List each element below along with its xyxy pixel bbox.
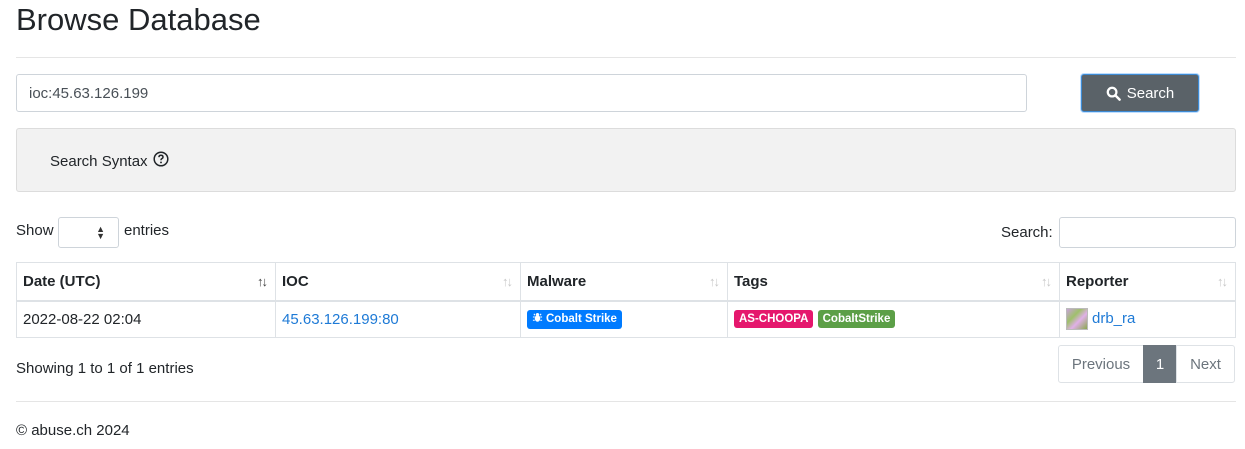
reporter-link[interactable]: drb_ra (1092, 310, 1135, 327)
sort-icon: ↑↓ (1217, 274, 1228, 289)
table-info-text: Showing 1 to 1 of 1 entries (16, 360, 194, 377)
results-table: Date (UTC) ↑↓ IOC ↑↓ Malware ↑↓ Tags ↑↓ … (16, 262, 1236, 338)
entries-per-page-select[interactable]: ▲ ▼ (58, 217, 119, 248)
page-1-button[interactable]: 1 (1143, 345, 1177, 383)
reporter-avatar (1066, 308, 1088, 331)
cell-tags: AS-CHOOPA CobaltStrike (727, 300, 1060, 338)
search-button-label: Search (1126, 84, 1175, 102)
previous-page-button[interactable]: Previous (1058, 345, 1144, 383)
bug-icon (532, 312, 543, 327)
tag-badge-family[interactable]: CobaltStrike (817, 310, 896, 329)
column-header-malware[interactable]: Malware ↑↓ (520, 262, 728, 302)
pagination: Previous 1 Next (1058, 345, 1235, 383)
cell-malware: Cobalt Strike (520, 300, 728, 338)
column-header-date[interactable]: Date (UTC) ↑↓ (16, 262, 276, 302)
search-button[interactable]: Search (1081, 74, 1199, 112)
cell-reporter: drb_ra (1059, 300, 1236, 338)
entries-label: entries (124, 222, 170, 239)
malware-badge[interactable]: Cobalt Strike (527, 309, 622, 329)
column-header-reporter[interactable]: Reporter ↑↓ (1059, 262, 1236, 302)
question-circle-icon (153, 151, 169, 171)
column-header-tags[interactable]: Tags ↑↓ (727, 262, 1060, 302)
select-caret-icon: ▲ ▼ (96, 224, 105, 241)
next-page-button[interactable]: Next (1176, 345, 1235, 383)
search-syntax-toggle[interactable]: Search Syntax (50, 151, 169, 171)
search-syntax-panel: Search Syntax (16, 128, 1236, 192)
page-title: Browse Database (16, 2, 261, 37)
search-query-input[interactable] (16, 74, 1027, 112)
sort-icon: ↑↓ (502, 274, 513, 289)
sort-icon: ↑↓ (709, 274, 720, 289)
tag-badge-asn[interactable]: AS-CHOOPA (734, 310, 814, 329)
footer-copyright: © abuse.ch 2024 (16, 422, 130, 439)
cell-ioc: 45.63.126.199:80 (275, 300, 521, 338)
sort-icon: ↑↓ (1041, 274, 1052, 289)
cell-date: 2022-08-22 02:04 (16, 300, 276, 338)
search-syntax-label: Search Syntax (50, 152, 148, 170)
table-filter-label: Search: (1001, 224, 1053, 241)
table-filter-input[interactable] (1059, 217, 1236, 248)
column-header-ioc[interactable]: IOC ↑↓ (275, 262, 521, 302)
search-icon (1106, 86, 1121, 101)
show-label: Show (16, 222, 54, 239)
ioc-link[interactable]: 45.63.126.199:80 (282, 311, 399, 328)
table-row: 2022-08-22 02:04 45.63.126.199:80 Cobalt… (16, 300, 1236, 338)
table-header-row: Date (UTC) ↑↓ IOC ↑↓ Malware ↑↓ Tags ↑↓ … (16, 262, 1236, 302)
footer-divider (16, 401, 1236, 402)
title-divider (16, 57, 1236, 58)
sort-desc-icon: ↑↓ (257, 274, 268, 289)
